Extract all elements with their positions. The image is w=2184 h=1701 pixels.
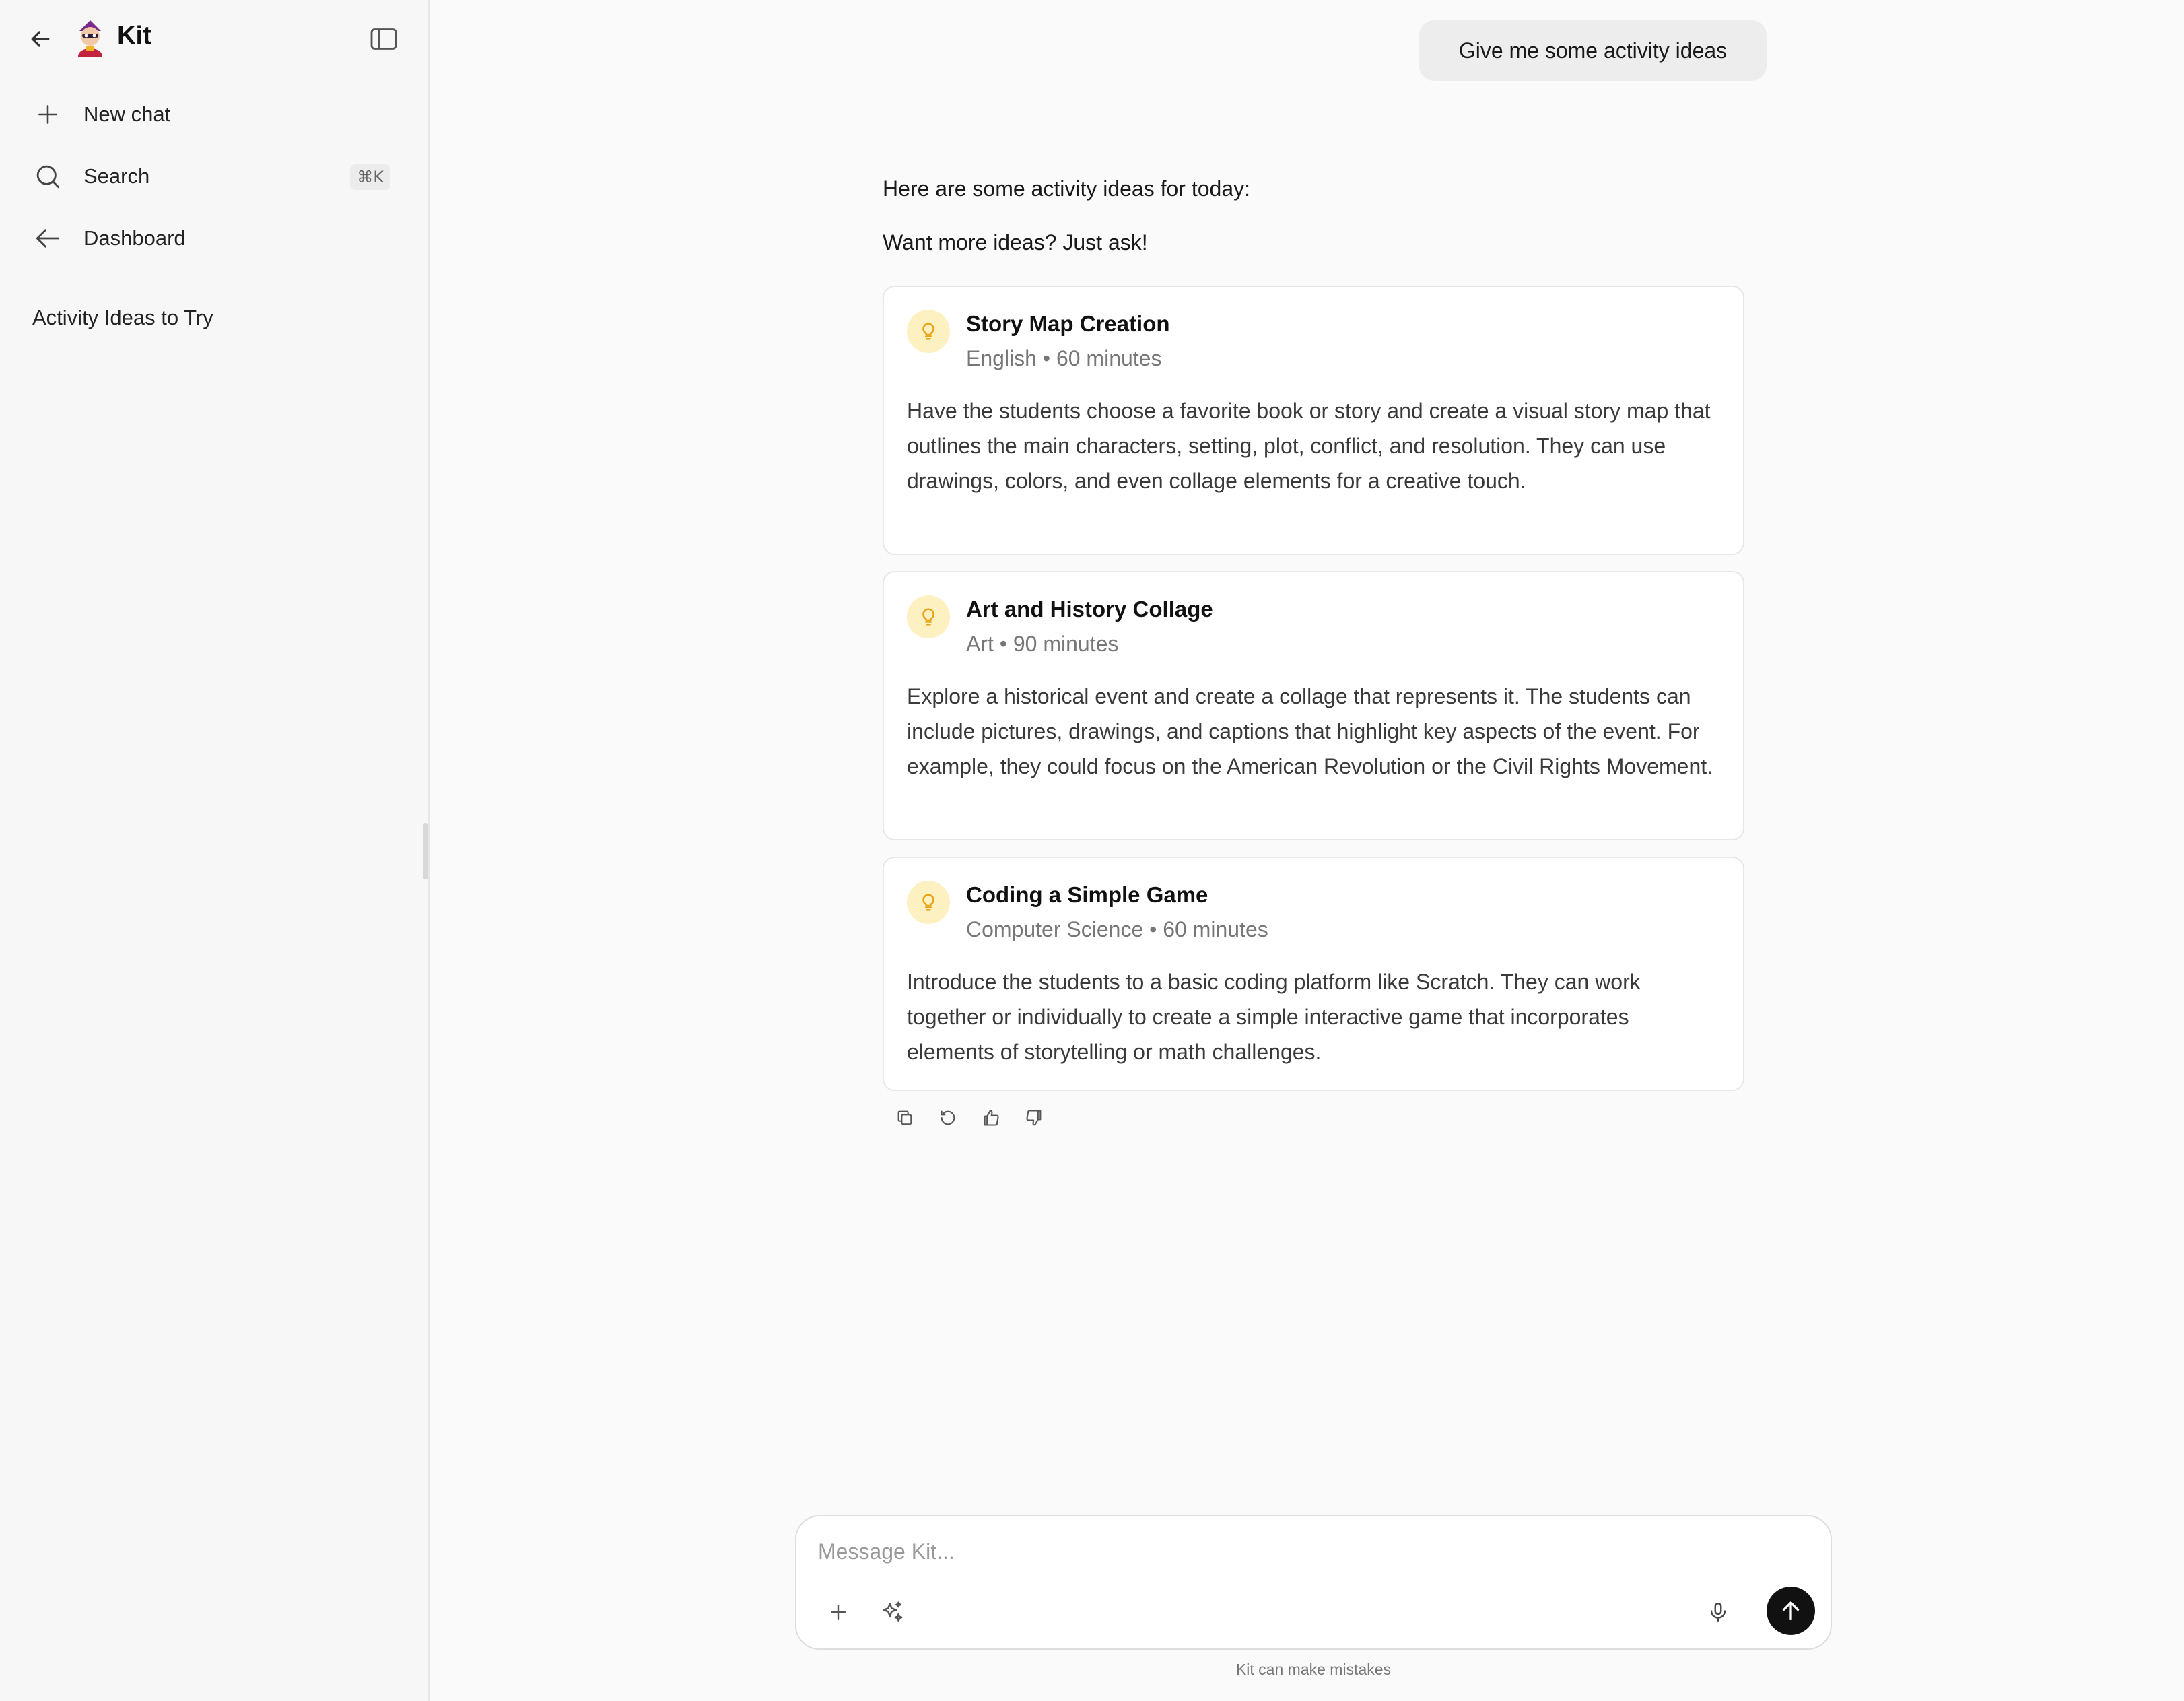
microphone-icon (1710, 1603, 1726, 1622)
activity-title: Art and History Collage (966, 597, 1213, 622)
user-message-bubble: Give me some activity ideas (1419, 20, 1767, 81)
activity-card: Art and History Collage Art • 90 minutes… (883, 571, 1744, 840)
kit-logo (71, 18, 109, 58)
lightbulb-icon (907, 881, 950, 924)
back-button[interactable] (27, 26, 54, 53)
copy-button[interactable] (891, 1104, 918, 1131)
lightbulb-icon (907, 595, 950, 638)
sidebar-item-label: Search (83, 164, 150, 188)
activity-title: Story Map Creation (966, 311, 1170, 336)
voice-input-button[interactable] (1698, 1592, 1738, 1632)
chat-history-item[interactable]: Activity Ideas to Try (27, 298, 401, 338)
arrow-left-icon (31, 222, 65, 255)
sidebar-item-label: Dashboard (83, 226, 186, 250)
regenerate-icon (941, 1110, 955, 1125)
sidebar-item-search[interactable]: Search ⌘K (27, 149, 401, 203)
send-button[interactable] (1767, 1587, 1815, 1635)
app-title: Kit (117, 22, 151, 50)
sidebar-item-dashboard[interactable]: Dashboard (27, 211, 401, 265)
arrow-left-icon (31, 31, 50, 47)
activity-title: Coding a Simple Game (966, 882, 1208, 907)
sidebar-header: Kit (0, 0, 428, 77)
thumbs-up-button[interactable] (978, 1104, 1004, 1131)
plus-icon (830, 1604, 846, 1620)
thumbs-down-icon (1026, 1110, 1042, 1126)
sidebar-panel-icon (370, 28, 397, 50)
activity-card: Story Map Creation English • 60 minutes … (883, 286, 1744, 555)
assistant-intro-text: Here are some activity ideas for today: (883, 176, 1251, 201)
plus-icon (31, 98, 65, 131)
sidebar-item-label: New chat (83, 102, 171, 126)
thumbs-down-button[interactable] (1021, 1104, 1048, 1131)
ai-enhance-button[interactable] (872, 1592, 912, 1632)
attach-button[interactable] (818, 1592, 858, 1632)
activity-meta: English • 60 minutes (966, 346, 1162, 370)
activity-card: Coding a Simple Game Computer Science • … (883, 857, 1744, 1091)
copy-icon (897, 1110, 912, 1125)
search-icon (31, 160, 65, 193)
disclaimer-text: Kit can make mistakes (1235, 1661, 1392, 1678)
regenerate-button[interactable] (934, 1104, 961, 1131)
activity-meta: Computer Science • 60 minutes (966, 917, 1268, 941)
lightbulb-icon (907, 310, 950, 353)
activity-description: Introduce the students to a basic coding… (907, 970, 1641, 1064)
arrow-up-icon (1782, 1601, 1800, 1620)
sidebar: Kit New chat Search ⌘K Dashboard Activit… (0, 0, 430, 1701)
thumbs-up-icon (984, 1110, 999, 1126)
sparkles-icon (883, 1601, 903, 1622)
activity-description: Have the students choose a favorite book… (907, 399, 1711, 493)
toggle-sidebar-button[interactable] (369, 27, 399, 51)
assistant-followup-text: Want more ideas? Just ask! (883, 230, 1148, 255)
message-input[interactable] (818, 1534, 1761, 1569)
sidebar-item-new-chat[interactable]: New chat (27, 88, 401, 141)
activity-meta: Art • 90 minutes (966, 632, 1119, 656)
activity-description: Explore a historical event and create a … (907, 684, 1713, 778)
keyboard-shortcut-badge: ⌘K (350, 164, 390, 190)
message-composer (795, 1515, 1832, 1650)
message-actions (891, 1104, 1048, 1131)
sidebar-resize-handle[interactable] (423, 823, 428, 879)
